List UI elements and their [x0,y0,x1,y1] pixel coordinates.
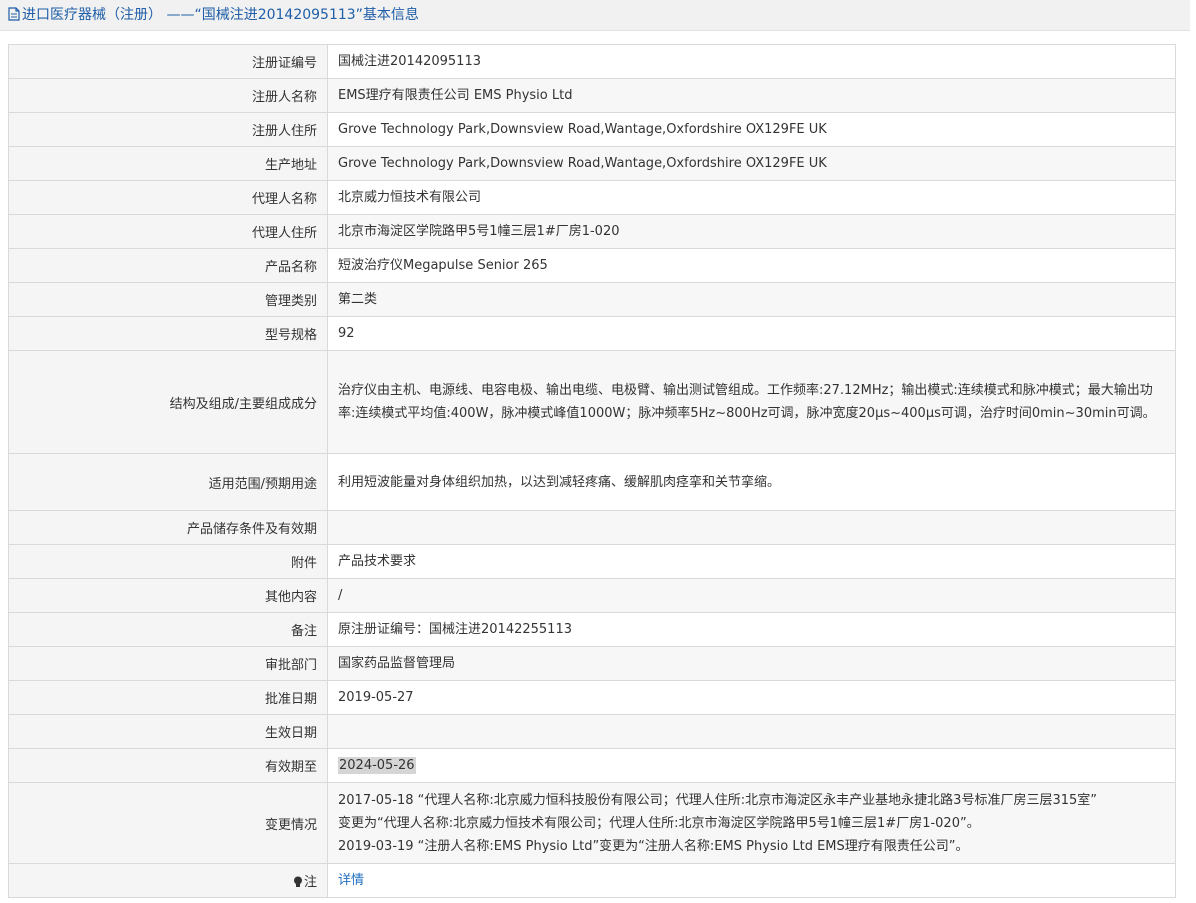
field-value: 短波治疗仪Megapulse Senior 265 [327,248,1176,283]
note-label: 注 [303,875,317,890]
field-label: 批准日期 [8,680,328,715]
field-label: 结构及组成/主要组成成分 [8,350,328,454]
table-row: 结构及组成/主要组成成分 治疗仪由主机、电源线、电容电极、输出电缆、电极臂、输出… [8,350,1176,454]
table-row: 生产地址 Grove Technology Park,Downsview Roa… [8,146,1176,181]
field-value: 2017-05-18 “代理人名称:北京威力恒科技股份有限公司；代理人住所:北京… [327,782,1176,864]
table-row: 有效期至 2024-05-26 [8,748,1176,783]
document-icon [8,7,20,21]
field-value: 利用短波能量对身体组织加热，以达到减轻疼痛、缓解肌肉痉挛和关节挛缩。 [327,453,1176,511]
field-label: 附件 [8,544,328,579]
selected-date[interactable]: 2024-05-26 [338,757,416,774]
field-value: Grove Technology Park,Downsview Road,Wan… [327,112,1176,147]
field-value: 详情 [327,863,1176,898]
field-label: 注 [8,863,328,898]
info-table: 注册证编号 国械注进20142095113 注册人名称 EMS理疗有限责任公司 … [8,44,1176,898]
field-label: 注册证编号 [8,44,328,79]
field-label: 变更情况 [8,782,328,864]
field-label: 生产地址 [8,146,328,181]
field-label: 代理人住所 [8,214,328,249]
table-row: 注册人住所 Grove Technology Park,Downsview Ro… [8,112,1176,147]
table-row: 产品名称 短波治疗仪Megapulse Senior 265 [8,248,1176,283]
field-label: 备注 [8,612,328,647]
change-line: 2019-03-19 “注册人名称:EMS Physio Ltd”变更为“注册人… [338,838,969,854]
field-value: EMS理疗有限责任公司 EMS Physio Ltd [327,78,1176,113]
table-row: 附件 产品技术要求 [8,544,1176,579]
table-row: 其他内容 / [8,578,1176,613]
field-value: 产品技术要求 [327,544,1176,579]
field-label: 注册人名称 [8,78,328,113]
table-row: 生效日期 [8,714,1176,749]
field-label: 生效日期 [8,714,328,749]
field-value [327,510,1176,545]
field-label: 有效期至 [8,748,328,783]
details-link[interactable]: 详情 [338,873,364,888]
field-label: 注册人住所 [8,112,328,147]
table-row: 代理人住所 北京市海淀区学院路甲5号1幢三层1#厂房1-020 [8,214,1176,249]
field-value: 北京威力恒技术有限公司 [327,180,1176,215]
field-value: 北京市海淀区学院路甲5号1幢三层1#厂房1-020 [327,214,1176,249]
change-line: 2017-05-18 “代理人名称:北京威力恒科技股份有限公司；代理人住所:北京… [338,792,1097,808]
page-title-text: 进口医疗器械（注册） ——“国械注进20142095113”基本信息 [22,7,419,23]
field-value: 92 [327,316,1176,351]
field-value: 国械注进20142095113 [327,44,1176,79]
page-header: 进口医疗器械（注册） ——“国械注进20142095113”基本信息 [0,0,1190,31]
table-row: 注 详情 [8,863,1176,898]
field-value: / [327,578,1176,613]
field-value: 原注册证编号：国械注进20142255113 [327,612,1176,647]
field-label: 适用范围/预期用途 [8,453,328,511]
field-label: 代理人名称 [8,180,328,215]
table-row: 批准日期 2019-05-27 [8,680,1176,715]
lightbulb-icon [293,876,302,887]
field-value [327,714,1176,749]
field-value: 2024-05-26 [327,748,1176,783]
table-row: 变更情况 2017-05-18 “代理人名称:北京威力恒科技股份有限公司；代理人… [8,782,1176,864]
table-row: 产品储存条件及有效期 [8,510,1176,545]
table-row: 注册证编号 国械注进20142095113 [8,44,1176,79]
table-row: 审批部门 国家药品监督管理局 [8,646,1176,681]
table-row: 代理人名称 北京威力恒技术有限公司 [8,180,1176,215]
table-row: 管理类别 第二类 [8,282,1176,317]
field-label: 审批部门 [8,646,328,681]
field-label: 产品名称 [8,248,328,283]
page-title: 进口医疗器械（注册） ——“国械注进20142095113”基本信息 [8,4,419,24]
field-value: 治疗仪由主机、电源线、电容电极、输出电缆、电极臂、输出测试管组成。工作频率:27… [327,350,1176,454]
field-label: 型号规格 [8,316,328,351]
table-row: 备注 原注册证编号：国械注进20142255113 [8,612,1176,647]
field-value: Grove Technology Park,Downsview Road,Wan… [327,146,1176,181]
field-value: 国家药品监督管理局 [327,646,1176,681]
field-label: 其他内容 [8,578,328,613]
field-value: 第二类 [327,282,1176,317]
field-value: 2019-05-27 [327,680,1176,715]
table-row: 型号规格 92 [8,316,1176,351]
field-label: 产品储存条件及有效期 [8,510,328,545]
field-label: 管理类别 [8,282,328,317]
table-row: 适用范围/预期用途 利用短波能量对身体组织加热，以达到减轻疼痛、缓解肌肉痉挛和关… [8,453,1176,511]
change-line: 变更为“代理人名称:北京威力恒技术有限公司；代理人住所:北京市海淀区学院路甲5号… [338,815,980,831]
table-row: 注册人名称 EMS理疗有限责任公司 EMS Physio Ltd [8,78,1176,113]
